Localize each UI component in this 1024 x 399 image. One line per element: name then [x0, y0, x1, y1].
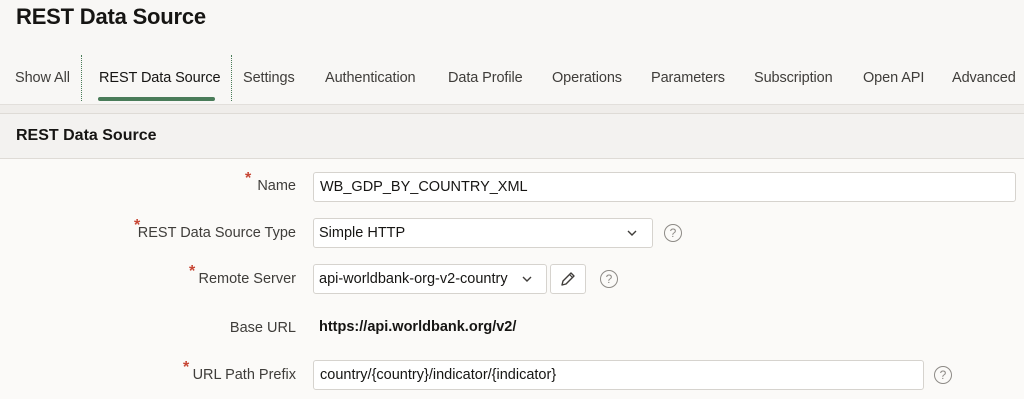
tab-advanced[interactable]: Advanced — [952, 70, 1016, 86]
tab-data-profile[interactable]: Data Profile — [448, 70, 523, 86]
region-title: REST Data Source — [16, 127, 157, 144]
tab-settings[interactable]: Settings — [243, 70, 295, 86]
tab-rest-data-source[interactable]: REST Data Source — [99, 70, 221, 86]
rest-data-source-type-value: Simple HTTP — [319, 225, 406, 241]
remote-server-label: Remote Server — [198, 271, 296, 287]
tab-operations[interactable]: Operations — [552, 70, 622, 86]
chevron-down-icon — [627, 230, 637, 236]
url-path-prefix-input[interactable]: country/{country}/indicator/{indicator} — [313, 360, 924, 390]
url-path-prefix-label: URL Path Prefix — [192, 367, 296, 383]
active-tab-indicator — [98, 97, 215, 101]
rest-data-source-type-select[interactable]: Simple HTTP — [313, 218, 653, 248]
base-url-label: Base URL — [229, 320, 296, 336]
required-indicator: * — [245, 170, 252, 187]
tab-subscription[interactable]: Subscription — [754, 70, 833, 86]
edit-remote-server-button[interactable] — [550, 264, 586, 294]
tab-separator — [231, 55, 232, 101]
remote-server-value: api-worldbank-org-v2-country — [319, 271, 508, 287]
chevron-down-icon — [522, 276, 532, 282]
rest-data-source-region: REST Data Source * Name WB_GDP_BY_COUNTR… — [0, 113, 1024, 399]
tab-separator — [81, 55, 82, 101]
tab-show-all[interactable]: Show All — [15, 70, 70, 86]
name-label: Name — [257, 178, 296, 194]
page: REST Data Source Show All REST Data Sour… — [0, 0, 1024, 399]
base-url-value: https://api.worldbank.org/v2/ — [319, 319, 517, 335]
rest-data-source-type-label: REST Data Source Type — [137, 225, 296, 241]
region-header: REST Data Source — [0, 114, 1024, 159]
page-title: REST Data Source — [16, 4, 206, 29]
help-icon[interactable]: ? — [664, 224, 682, 242]
required-indicator: * — [183, 359, 190, 376]
help-icon[interactable]: ? — [934, 366, 952, 384]
help-icon[interactable]: ? — [600, 270, 618, 288]
pencil-icon — [561, 272, 575, 286]
tab-open-api[interactable]: Open API — [863, 70, 924, 86]
tab-parameters[interactable]: Parameters — [651, 70, 725, 86]
name-input[interactable]: WB_GDP_BY_COUNTRY_XML — [313, 172, 1016, 202]
remote-server-select[interactable]: api-worldbank-org-v2-country — [313, 264, 547, 294]
tab-authentication[interactable]: Authentication — [325, 70, 416, 86]
required-indicator: * — [189, 263, 196, 280]
